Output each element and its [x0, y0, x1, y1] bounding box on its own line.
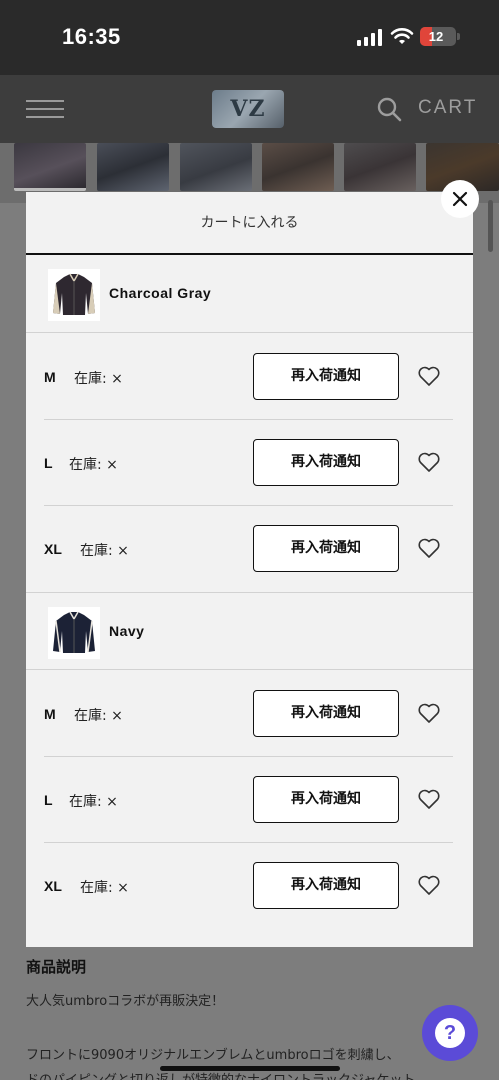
close-icon [452, 191, 468, 207]
battery-icon: 12 [420, 27, 456, 46]
stock-status: 在庫: × [69, 794, 118, 810]
home-indicator [160, 1066, 340, 1071]
color-variant-thumbnail [48, 607, 100, 659]
question-mark-icon: ? [435, 1018, 465, 1048]
hamburger-menu-icon[interactable] [26, 100, 64, 118]
wifi-icon [390, 28, 414, 44]
favorite-heart-icon[interactable] [417, 365, 441, 387]
stock-status: 在庫: × [80, 880, 129, 896]
cart-link[interactable]: CART [418, 97, 477, 119]
brand-logo-text: VZ [230, 96, 266, 122]
description-line: フロントに9090オリジナルエンブレムとumbroロゴを刺繍し、 [26, 1048, 400, 1063]
restock-notify-button[interactable]: 再入荷通知 [253, 525, 399, 572]
restock-notify-button[interactable]: 再入荷通知 [253, 690, 399, 737]
modal-header: カートに入れる [26, 192, 473, 255]
color-variant-name: Navy [109, 623, 145, 639]
stock-status: 在庫: × [69, 457, 118, 473]
close-modal-button[interactable] [441, 180, 479, 218]
restock-notify-button[interactable]: 再入荷通知 [253, 353, 399, 400]
color-variant-thumbnail [48, 269, 100, 321]
favorite-heart-icon[interactable] [417, 702, 441, 724]
cellular-signal-icon [357, 29, 382, 46]
modal-title: カートに入れる [200, 215, 299, 231]
size-label: L [44, 455, 53, 471]
page-scrollbar[interactable] [488, 200, 493, 252]
size-row: L 在庫: × 再入荷通知 [26, 756, 473, 842]
favorite-heart-icon[interactable] [417, 874, 441, 896]
restock-notify-button[interactable]: 再入荷通知 [253, 776, 399, 823]
stock-status: 在庫: × [80, 543, 129, 559]
help-chat-button[interactable]: ? [422, 1005, 478, 1061]
size-row: XL 在庫: × 再入荷通知 [26, 505, 473, 591]
product-thumbnail[interactable] [262, 143, 334, 191]
search-icon[interactable] [376, 96, 402, 122]
product-thumbnail[interactable] [97, 143, 169, 191]
description-line: 大人気umbroコラボが再販決定！ [26, 994, 225, 1009]
size-row: M 在庫: × 再入荷通知 [26, 670, 473, 756]
product-thumbnail[interactable] [344, 143, 416, 191]
brand-logo[interactable]: VZ [212, 90, 284, 128]
favorite-heart-icon[interactable] [417, 451, 441, 473]
favorite-heart-icon[interactable] [417, 788, 441, 810]
size-label: XL [44, 541, 62, 557]
color-variant-name: Charcoal Gray [109, 285, 212, 301]
status-bar: 16:35 12 [0, 0, 499, 75]
site-header: VZ CART [0, 75, 499, 143]
size-label: XL [44, 878, 62, 894]
status-time: 16:35 [62, 24, 121, 49]
restock-notify-button[interactable]: 再入荷通知 [253, 862, 399, 909]
add-to-cart-modal: カートに入れる Charcoal Gray M 在庫: × 再入荷通知 L 在庫… [26, 192, 473, 947]
battery-tip [457, 33, 460, 40]
size-row: M 在庫: × 再入荷通知 [26, 333, 473, 419]
stock-status: 在庫: × [74, 371, 123, 387]
product-thumbnail[interactable] [14, 143, 86, 191]
section-heading: 商品説明 [26, 958, 87, 976]
product-thumbnail[interactable] [180, 143, 252, 191]
size-row: L 在庫: × 再入荷通知 [26, 419, 473, 505]
stock-status: 在庫: × [74, 708, 123, 724]
size-label: M [44, 706, 56, 722]
battery-percent: 12 [428, 29, 444, 44]
color-variant-row: Charcoal Gray [26, 255, 473, 333]
restock-notify-button[interactable]: 再入荷通知 [253, 439, 399, 486]
product-description-section: 商品説明 大人気umbroコラボが再販決定！ フロントに9090オリジナルエンブ… [0, 948, 499, 1080]
favorite-heart-icon[interactable] [417, 537, 441, 559]
size-label: L [44, 792, 53, 808]
color-variant-row: Navy [26, 592, 473, 670]
size-label: M [44, 369, 56, 385]
size-row: XL 在庫: × 再入荷通知 [26, 842, 473, 928]
